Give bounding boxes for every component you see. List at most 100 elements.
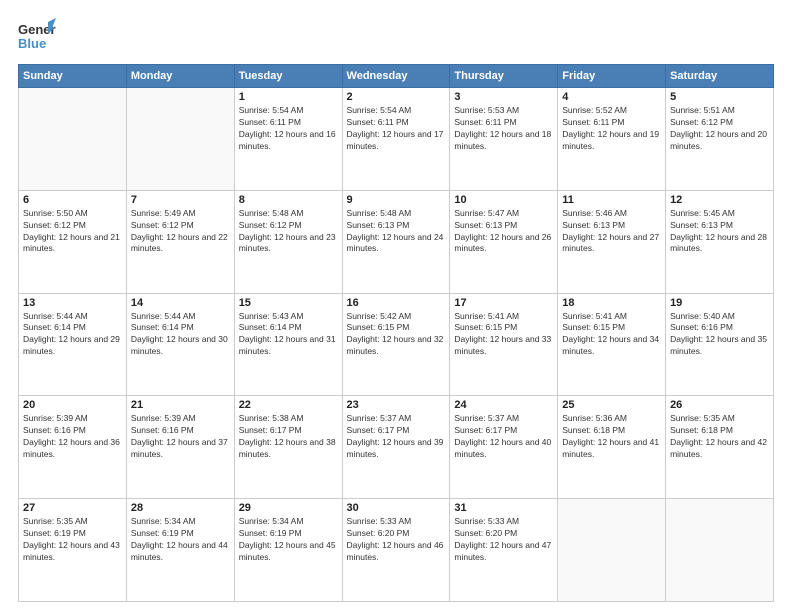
day-number: 5 <box>670 91 769 103</box>
calendar-header-row: SundayMondayTuesdayWednesdayThursdayFrid… <box>19 65 774 88</box>
day-info: Sunrise: 5:54 AMSunset: 6:11 PMDaylight:… <box>239 105 338 153</box>
day-number: 27 <box>23 502 122 514</box>
calendar-cell <box>126 88 234 191</box>
calendar-cell: 22 Sunrise: 5:38 AMSunset: 6:17 PMDayligh… <box>234 396 342 499</box>
day-info: Sunrise: 5:46 AMSunset: 6:13 PMDaylight:… <box>562 208 661 256</box>
day-number: 17 <box>454 297 553 309</box>
day-info: Sunrise: 5:33 AMSunset: 6:20 PMDaylight:… <box>347 516 446 564</box>
logo: General Blue <box>18 18 60 56</box>
day-header-saturday: Saturday <box>666 65 774 88</box>
day-number: 10 <box>454 194 553 206</box>
calendar-cell <box>558 499 666 602</box>
day-number: 3 <box>454 91 553 103</box>
calendar-cell: 26 Sunrise: 5:35 AMSunset: 6:18 PMDayligh… <box>666 396 774 499</box>
calendar-week-1: 1Sunrise: 5:54 AMSunset: 6:11 PMDaylight… <box>19 88 774 191</box>
calendar-cell: 23Sunrise: 5:37 AMSunset: 6:17 PMDayligh… <box>342 396 450 499</box>
calendar-table: SundayMondayTuesdayWednesdayThursdayFrid… <box>18 64 774 602</box>
day-info: Sunrise: 5:38 AMSunset: 6:17 PMDaylight:… <box>239 413 338 461</box>
day-number: 13 <box>23 297 122 309</box>
day-info: Sunrise: 5:34 AMSunset: 6:19 PMDaylight:… <box>131 516 230 564</box>
day-info: Sunrise: 5:48 AMSunset: 6:13 PMDaylight:… <box>347 208 446 256</box>
calendar-week-3: 13 Sunrise: 5:44 AMSunset: 6:14 PMDayligh… <box>19 293 774 396</box>
day-info: Sunrise: 5:37 AMSunset: 6:17 PMDaylight:… <box>454 413 553 461</box>
day-number: 23 <box>347 399 446 411</box>
day-number: 26 <box>670 399 769 411</box>
day-number: 28 <box>131 502 230 514</box>
day-number: 19 <box>670 297 769 309</box>
day-number: 25 <box>562 399 661 411</box>
calendar-week-5: 27 Sunrise: 5:35 AMSunset: 6:19 PMDayligh… <box>19 499 774 602</box>
calendar-cell: 20 Sunrise: 5:39 AMSunset: 6:16 PMDayligh… <box>19 396 127 499</box>
day-number: 18 <box>562 297 661 309</box>
day-info: Sunrise: 5:34 AMSunset: 6:19 PMDaylight:… <box>239 516 338 564</box>
day-info: Sunrise: 5:43 AMSunset: 6:14 PMDaylight:… <box>239 311 338 359</box>
day-info: Sunrise: 5:51 AMSunset: 6:12 PMDaylight:… <box>670 105 769 153</box>
day-number: 21 <box>131 399 230 411</box>
day-header-wednesday: Wednesday <box>342 65 450 88</box>
day-number: 24 <box>454 399 553 411</box>
day-header-monday: Monday <box>126 65 234 88</box>
calendar-cell: 4Sunrise: 5:52 AMSunset: 6:11 PMDaylight… <box>558 88 666 191</box>
calendar-cell: 12 Sunrise: 5:45 AMSunset: 6:13 PMDayligh… <box>666 190 774 293</box>
calendar-cell: 29 Sunrise: 5:34 AMSunset: 6:19 PMDayligh… <box>234 499 342 602</box>
day-header-thursday: Thursday <box>450 65 558 88</box>
day-info: Sunrise: 5:54 AMSunset: 6:11 PMDaylight:… <box>347 105 446 153</box>
day-info: Sunrise: 5:41 AMSunset: 6:15 PMDaylight:… <box>562 311 661 359</box>
calendar-cell: 3 Sunrise: 5:53 AMSunset: 6:11 PMDaylight… <box>450 88 558 191</box>
calendar-cell: 14Sunrise: 5:44 AMSunset: 6:14 PMDayligh… <box>126 293 234 396</box>
day-info: Sunrise: 5:45 AMSunset: 6:13 PMDaylight:… <box>670 208 769 256</box>
calendar-cell: 16 Sunrise: 5:42 AMSunset: 6:15 PMDayligh… <box>342 293 450 396</box>
day-number: 20 <box>23 399 122 411</box>
calendar-cell: 28 Sunrise: 5:34 AMSunset: 6:19 PMDayligh… <box>126 499 234 602</box>
day-header-friday: Friday <box>558 65 666 88</box>
logo-icon: General Blue <box>18 18 56 56</box>
day-number: 31 <box>454 502 553 514</box>
day-info: Sunrise: 5:42 AMSunset: 6:15 PMDaylight:… <box>347 311 446 359</box>
header: General Blue <box>18 18 774 56</box>
day-info: Sunrise: 5:50 AMSunset: 6:12 PMDaylight:… <box>23 208 122 256</box>
day-number: 2 <box>347 91 446 103</box>
day-info: Sunrise: 5:41 AMSunset: 6:15 PMDaylight:… <box>454 311 553 359</box>
day-number: 12 <box>670 194 769 206</box>
day-number: 29 <box>239 502 338 514</box>
day-info: Sunrise: 5:53 AMSunset: 6:11 PMDaylight:… <box>454 105 553 153</box>
day-number: 11 <box>562 194 661 206</box>
day-info: Sunrise: 5:35 AMSunset: 6:18 PMDaylight:… <box>670 413 769 461</box>
day-info: Sunrise: 5:35 AMSunset: 6:19 PMDaylight:… <box>23 516 122 564</box>
calendar-cell: 25Sunrise: 5:36 AMSunset: 6:18 PMDayligh… <box>558 396 666 499</box>
day-number: 9 <box>347 194 446 206</box>
day-number: 22 <box>239 399 338 411</box>
day-info: Sunrise: 5:39 AMSunset: 6:16 PMDaylight:… <box>23 413 122 461</box>
calendar-week-4: 20 Sunrise: 5:39 AMSunset: 6:16 PMDayligh… <box>19 396 774 499</box>
page: General Blue SundayMondayTuesdayWednesda… <box>0 0 792 612</box>
calendar-cell: 21Sunrise: 5:39 AMSunset: 6:16 PMDayligh… <box>126 396 234 499</box>
calendar-cell: 24 Sunrise: 5:37 AMSunset: 6:17 PMDayligh… <box>450 396 558 499</box>
day-number: 6 <box>23 194 122 206</box>
day-info: Sunrise: 5:49 AMSunset: 6:12 PMDaylight:… <box>131 208 230 256</box>
calendar-cell: 1Sunrise: 5:54 AMSunset: 6:11 PMDaylight… <box>234 88 342 191</box>
day-number: 8 <box>239 194 338 206</box>
day-info: Sunrise: 5:33 AMSunset: 6:20 PMDaylight:… <box>454 516 553 564</box>
svg-text:Blue: Blue <box>18 36 46 51</box>
calendar-week-2: 6 Sunrise: 5:50 AMSunset: 6:12 PMDaylight… <box>19 190 774 293</box>
day-info: Sunrise: 5:40 AMSunset: 6:16 PMDaylight:… <box>670 311 769 359</box>
calendar-cell: 15 Sunrise: 5:43 AMSunset: 6:14 PMDayligh… <box>234 293 342 396</box>
day-number: 30 <box>347 502 446 514</box>
day-info: Sunrise: 5:44 AMSunset: 6:14 PMDaylight:… <box>131 311 230 359</box>
day-info: Sunrise: 5:47 AMSunset: 6:13 PMDaylight:… <box>454 208 553 256</box>
calendar-cell <box>666 499 774 602</box>
calendar-cell: 8Sunrise: 5:48 AMSunset: 6:12 PMDaylight… <box>234 190 342 293</box>
day-number: 4 <box>562 91 661 103</box>
day-header-sunday: Sunday <box>19 65 127 88</box>
calendar-cell: 6 Sunrise: 5:50 AMSunset: 6:12 PMDaylight… <box>19 190 127 293</box>
calendar-cell: 5 Sunrise: 5:51 AMSunset: 6:12 PMDaylight… <box>666 88 774 191</box>
day-number: 16 <box>347 297 446 309</box>
calendar-cell: 13 Sunrise: 5:44 AMSunset: 6:14 PMDayligh… <box>19 293 127 396</box>
calendar-cell: 18 Sunrise: 5:41 AMSunset: 6:15 PMDayligh… <box>558 293 666 396</box>
day-number: 7 <box>131 194 230 206</box>
calendar-cell: 31 Sunrise: 5:33 AMSunset: 6:20 PMDayligh… <box>450 499 558 602</box>
day-number: 15 <box>239 297 338 309</box>
calendar-cell: 9 Sunrise: 5:48 AMSunset: 6:13 PMDaylight… <box>342 190 450 293</box>
calendar-cell: 30 Sunrise: 5:33 AMSunset: 6:20 PMDayligh… <box>342 499 450 602</box>
day-info: Sunrise: 5:44 AMSunset: 6:14 PMDaylight:… <box>23 311 122 359</box>
